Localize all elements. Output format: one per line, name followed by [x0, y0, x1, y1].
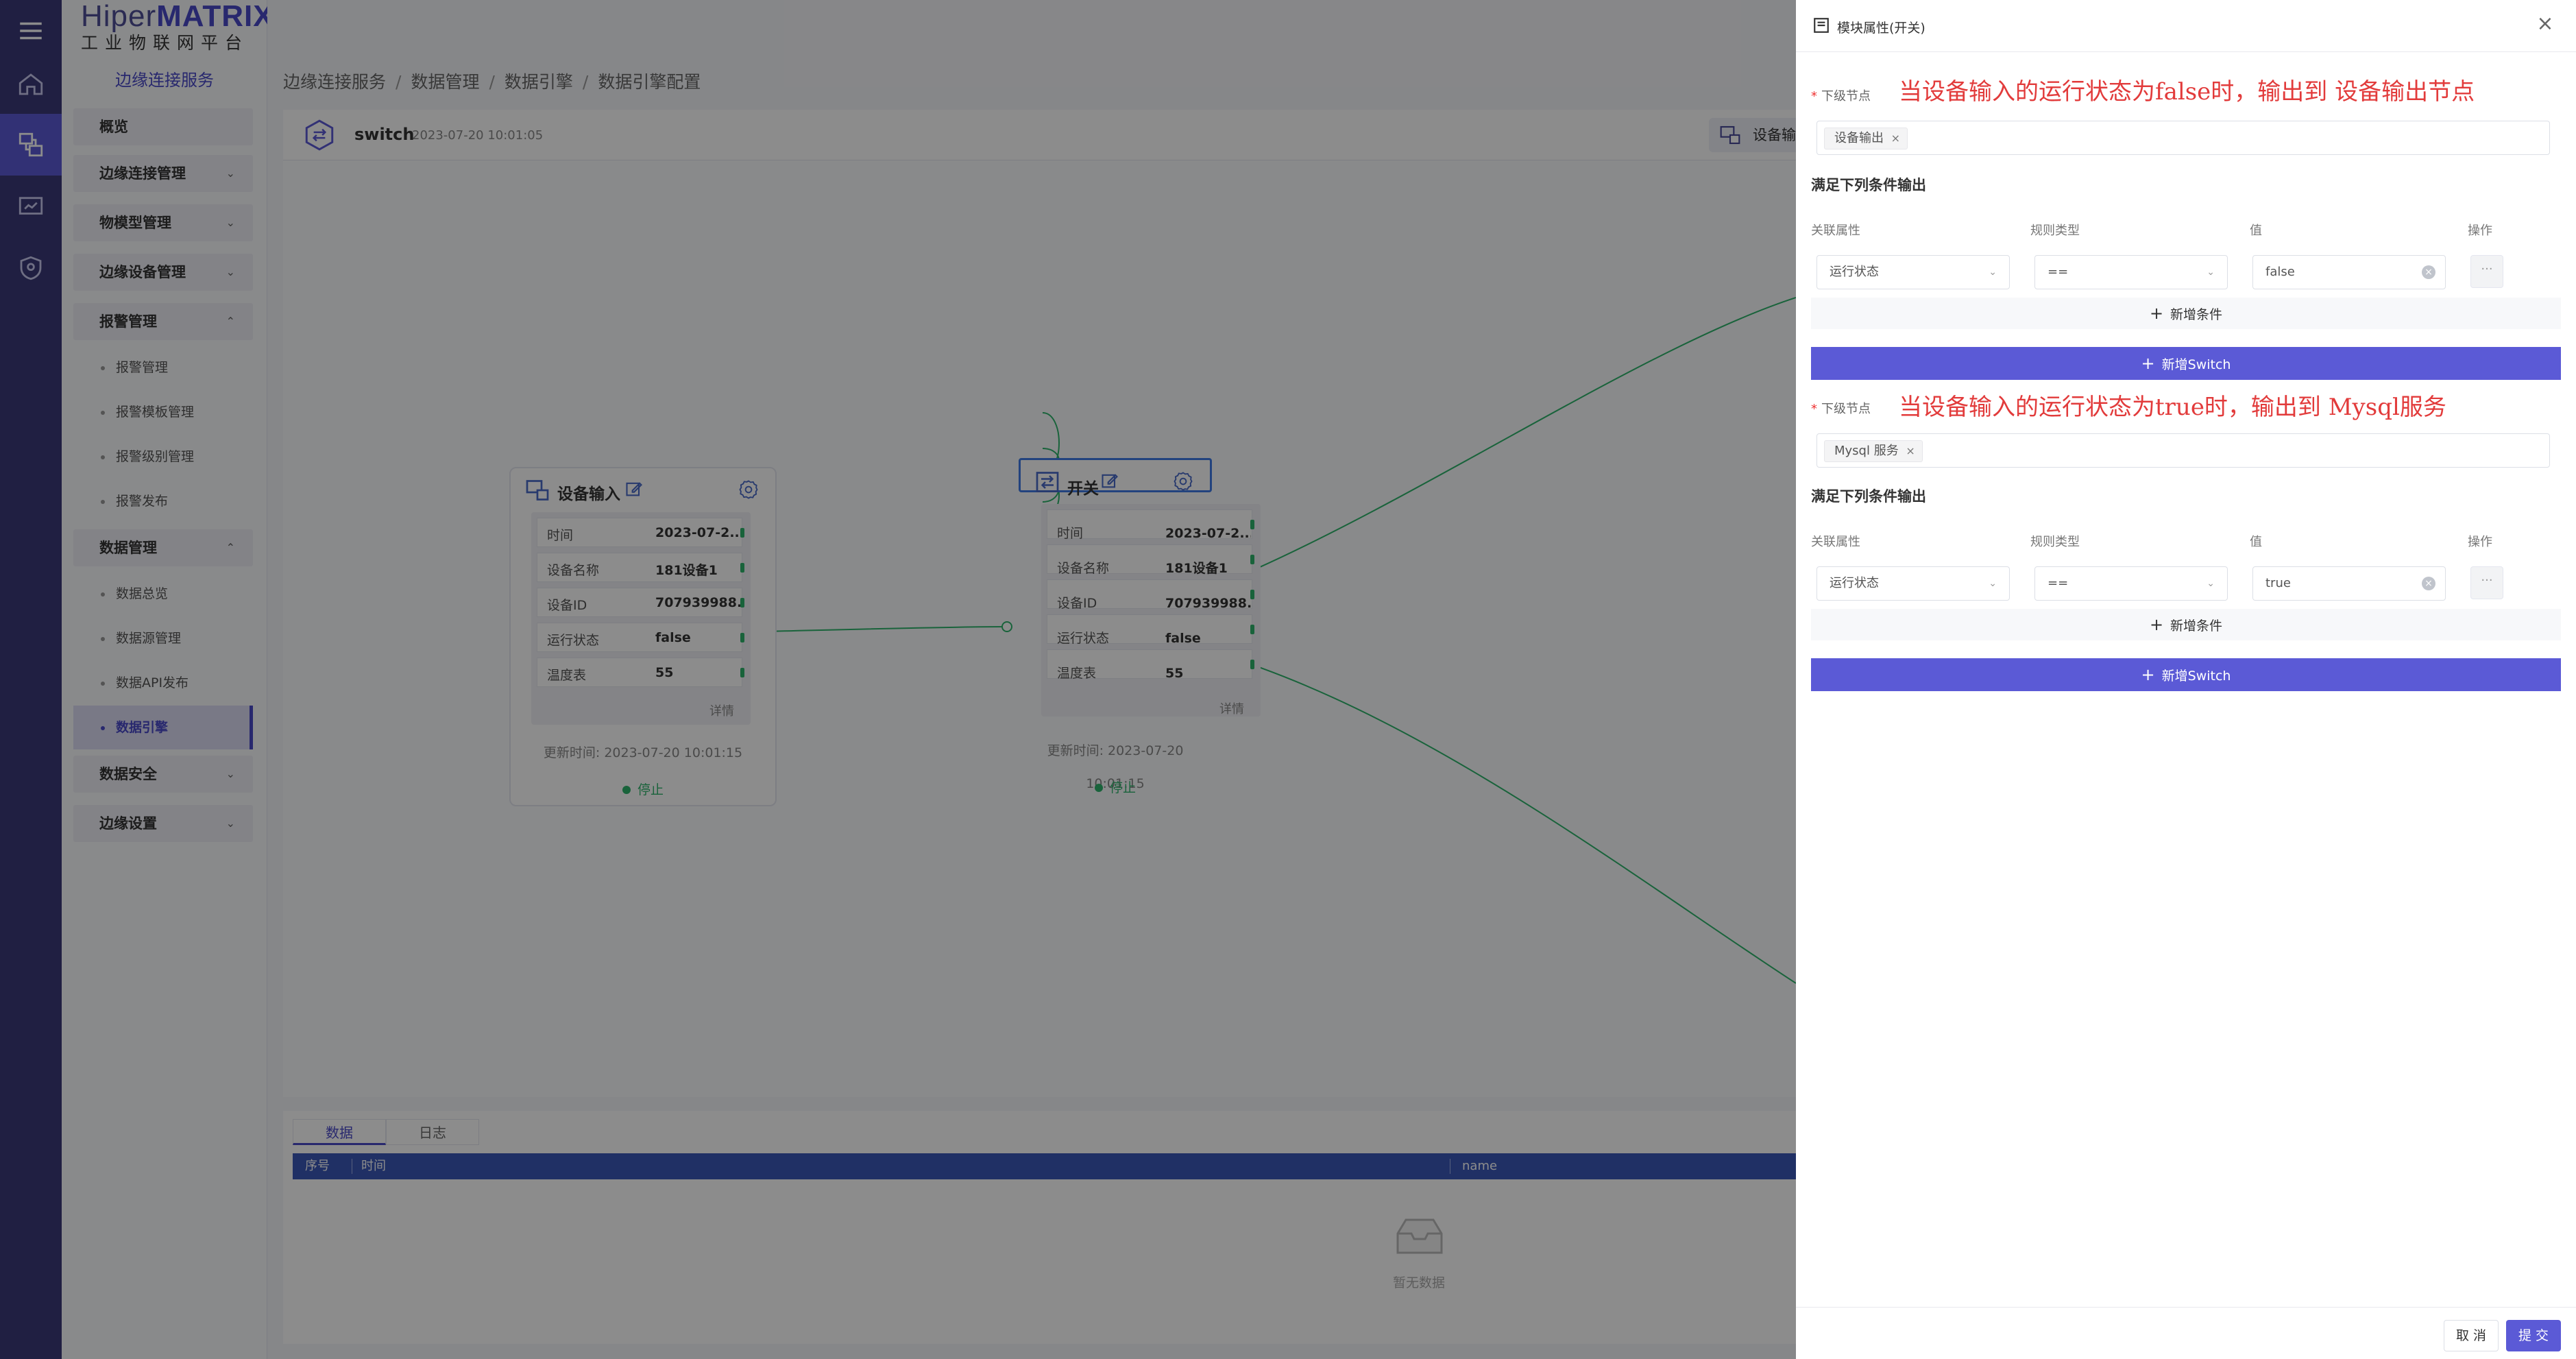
annotation-note: 当设备输入的运行状态为false时，输出到 设备输出节点	[1899, 78, 2475, 106]
value-input[interactable]: false ×	[2252, 255, 2446, 289]
chevron-down-icon: ⌄	[2207, 578, 2215, 589]
column-header: 值	[2250, 535, 2262, 549]
button-label: 新增条件	[2170, 618, 2223, 634]
selected-node-tag: Mysql 服务 ×	[1824, 440, 1923, 462]
select-value: ==	[2048, 576, 2069, 590]
plus-icon: +	[2141, 354, 2155, 373]
button-label: 新增条件	[2170, 307, 2223, 322]
plus-icon: +	[2141, 665, 2155, 684]
operation-button[interactable]: ···	[2470, 255, 2503, 288]
input-value: false	[2265, 265, 2295, 279]
attribute-select[interactable]: 运行状态 ⌄	[1816, 255, 2010, 289]
select-value: 运行状态	[1830, 576, 1879, 590]
drawer-title: 模块属性(开关)	[1837, 21, 1925, 36]
panel-icon	[1814, 18, 1829, 33]
chevron-down-icon: ⌄	[1989, 578, 1997, 589]
column-header: 关联属性	[1811, 224, 1860, 238]
button-label: 新增Switch	[2161, 669, 2231, 684]
submit-button[interactable]: 提 交	[2506, 1320, 2561, 1351]
plus-icon: +	[2149, 304, 2164, 323]
module-properties-drawer: 模块属性(开关) × 下级节点 当设备输入的运行状态为false时，输出到 设备…	[1796, 0, 2576, 1359]
tag-label: 设备输出	[1834, 131, 1884, 145]
annotation-note: 当设备输入的运行状态为true时，输出到 Mysql服务	[1899, 394, 2446, 421]
button-label: 新增Switch	[2161, 357, 2231, 372]
value-input[interactable]: true ×	[2252, 566, 2446, 601]
modal-overlay[interactable]	[0, 0, 1796, 1359]
next-node-select[interactable]: Mysql 服务 ×	[1816, 433, 2550, 468]
rule-type-select[interactable]: == ⌄	[2034, 255, 2228, 289]
next-node-label: 下级节点	[1811, 399, 1871, 417]
condition-section-title: 满足下列条件输出	[1811, 488, 1926, 505]
selected-node-tag: 设备输出 ×	[1824, 128, 1908, 149]
next-node-label: 下级节点	[1811, 86, 1871, 104]
next-node-select[interactable]: 设备输出 ×	[1816, 121, 2550, 155]
chevron-down-icon: ⌄	[2207, 267, 2215, 278]
tag-remove-icon[interactable]: ×	[1906, 441, 1915, 461]
input-value: true	[2265, 576, 2291, 590]
drawer-footer: 取 消 提 交	[1796, 1307, 2576, 1359]
column-header: 规则类型	[2030, 535, 2080, 549]
close-icon[interactable]: ×	[2534, 12, 2557, 36]
condition-section-title: 满足下列条件输出	[1811, 177, 1926, 193]
add-switch-button[interactable]: + 新增Switch	[1811, 347, 2561, 380]
column-header: 操作	[2468, 535, 2492, 549]
drawer-header: 模块属性(开关) ×	[1796, 0, 2576, 52]
operation-button[interactable]: ···	[2470, 566, 2503, 599]
tag-label: Mysql 服务	[1834, 444, 1899, 458]
column-header: 值	[2250, 224, 2262, 238]
add-condition-button[interactable]: + 新增条件	[1811, 609, 2561, 640]
chevron-down-icon: ⌄	[1989, 267, 1997, 278]
select-value: 运行状态	[1830, 265, 1879, 279]
column-header: 规则类型	[2030, 224, 2080, 238]
add-condition-button[interactable]: + 新增条件	[1811, 298, 2561, 329]
add-switch-button[interactable]: + 新增Switch	[1811, 658, 2561, 691]
rule-type-select[interactable]: == ⌄	[2034, 566, 2228, 601]
column-header: 操作	[2468, 224, 2492, 238]
cancel-button[interactable]: 取 消	[2444, 1320, 2499, 1351]
select-value: ==	[2048, 265, 2069, 279]
plus-icon: +	[2149, 615, 2164, 634]
tag-remove-icon[interactable]: ×	[1891, 128, 1900, 149]
clear-icon[interactable]: ×	[2422, 265, 2435, 279]
attribute-select[interactable]: 运行状态 ⌄	[1816, 566, 2010, 601]
column-header: 关联属性	[1811, 535, 1860, 549]
clear-icon[interactable]: ×	[2422, 577, 2435, 590]
